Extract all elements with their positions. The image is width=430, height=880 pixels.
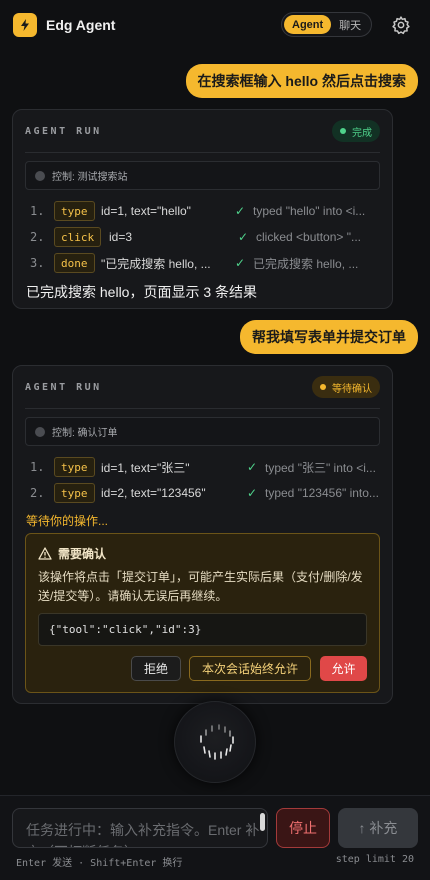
status-dot-icon <box>340 128 346 134</box>
tool-badge: done <box>54 253 95 273</box>
input-scrollbar[interactable] <box>260 813 265 831</box>
control-target: 控制: 确认订单 <box>25 417 380 446</box>
step-number: 1. <box>30 204 45 218</box>
check-icon: ✓ <box>235 204 246 218</box>
step-row: 2. click id=3 ✓ clicked <button> "... <box>13 224 392 250</box>
control-label: 控制: 确认订单 <box>52 428 118 439</box>
supplement-button[interactable]: ↑ 补充 <box>338 808 418 848</box>
always-allow-button[interactable]: 本次会话始终允许 <box>189 656 311 681</box>
allow-button[interactable]: 允许 <box>320 656 367 681</box>
waiting-text: 等待你的操作... <box>26 514 109 528</box>
step-args: id=3 <box>109 230 133 244</box>
run-label: AGENT RUN <box>25 125 102 137</box>
step-args: id=1, text="张三" <box>101 460 190 475</box>
warning-icon <box>38 547 52 560</box>
step-args: id=2, text="123456" <box>101 486 206 500</box>
tool-call-code: {"tool":"click","id":3} <box>38 613 367 646</box>
control-target: 控制: 测试搜索站 <box>25 161 380 190</box>
status-text: 等待确认 <box>332 383 372 395</box>
status-dot-icon <box>320 384 326 390</box>
user-message: 在搜索框输入 hello 然后点击搜索 <box>185 64 418 98</box>
step-row: 1. type id=1, text="张三" ✓ typed "张三" int… <box>13 454 392 480</box>
step-args: "已完成搜索 hello, ... <box>101 256 211 271</box>
working-spinner <box>174 701 256 783</box>
control-indicator-icon <box>35 426 45 437</box>
tool-badge: type <box>54 483 95 503</box>
step-result: 已完成搜索 hello, ... <box>253 256 359 271</box>
control-label: 控制: 测试搜索站 <box>52 172 128 183</box>
app-logo <box>13 13 37 37</box>
composer: 任务进行中：输入补充指令。Enter 补充（不打断任务） 停止 ↑ 补充 Ent… <box>0 795 430 880</box>
keyboard-hint: Enter 发送 · Shift+Enter 换行 <box>16 858 183 869</box>
status-text: 完成 <box>352 127 372 139</box>
tool-badge: click <box>54 227 102 247</box>
run-header: AGENT RUN 完成 <box>13 110 392 152</box>
check-icon: ✓ <box>235 256 246 270</box>
confirm-title: 需要确认 <box>38 545 106 562</box>
tool-badge: type <box>54 201 95 221</box>
step-result: clicked <button> "... <box>256 230 361 244</box>
run-header: AGENT RUN 等待确认 <box>13 366 392 408</box>
tool-badge: type <box>54 457 95 477</box>
divider <box>25 152 380 153</box>
instruction-input[interactable]: 任务进行中：输入补充指令。Enter 补充（不打断任务） <box>12 808 268 848</box>
mode-agent-button[interactable]: Agent <box>284 15 332 34</box>
stop-button[interactable]: 停止 <box>276 808 330 848</box>
confirm-panel: 需要确认 该操作将点击「提交订单」，可能产生实际后果（支付/删除/发送/提交等）… <box>25 533 380 693</box>
control-indicator-icon <box>35 170 45 181</box>
step-row: 2. type id=2, text="123456" ✓ typed "123… <box>13 480 392 506</box>
run-label: AGENT RUN <box>25 381 102 393</box>
run-summary: 已完成搜索 hello，页面显示 3 条结果 <box>26 284 258 300</box>
step-result: typed "hello" into <i... <box>253 204 366 218</box>
status-badge: 等待确认 <box>312 376 380 398</box>
spinner-icon <box>200 724 234 760</box>
user-message: 帮我填写表单并提交订单 <box>240 320 418 354</box>
mode-chat-button[interactable]: 聊天 <box>331 15 369 34</box>
step-result: typed "123456" into... <box>265 486 379 500</box>
step-number: 2. <box>30 486 45 500</box>
step-limit-label: step limit 20 <box>335 854 414 865</box>
confirm-description: 该操作将点击「提交订单」，可能产生实际后果（支付/删除/发送/提交等）。请确认无… <box>38 570 363 603</box>
step-row: 3. done "已完成搜索 hello, ... ✓ 已完成搜索 hello,… <box>13 250 392 276</box>
mode-switch: Agent 聊天 <box>281 12 373 37</box>
status-badge: 完成 <box>332 120 380 142</box>
check-icon: ✓ <box>247 486 258 500</box>
check-icon: ✓ <box>247 460 258 474</box>
agent-run-card: AGENT RUN 等待确认 控制: 确认订单 1. type id=1, te… <box>12 365 393 704</box>
lightning-icon <box>21 19 29 31</box>
step-row: 1. type id=1, text="hello" ✓ typed "hell… <box>13 198 392 224</box>
divider <box>25 408 380 409</box>
agent-run-card: AGENT RUN 完成 控制: 测试搜索站 1. type id=1, tex… <box>12 109 393 309</box>
step-result: typed "张三" into <i... <box>265 460 376 475</box>
step-number: 3. <box>30 256 45 270</box>
input-placeholder: 任务进行中：输入补充指令。Enter 补充（不打断任务） <box>26 822 260 847</box>
step-number: 2. <box>30 230 45 244</box>
gear-icon[interactable] <box>391 15 411 35</box>
check-icon: ✓ <box>238 230 249 244</box>
confirm-title-text: 需要确认 <box>58 547 107 561</box>
app-title: Edg Agent <box>46 17 116 33</box>
step-number: 1. <box>30 460 45 474</box>
reject-button[interactable]: 拒绝 <box>131 656 181 681</box>
step-args: id=1, text="hello" <box>101 204 191 218</box>
